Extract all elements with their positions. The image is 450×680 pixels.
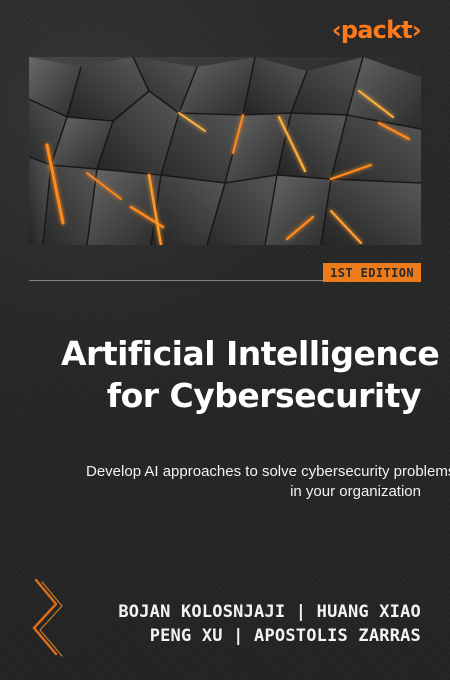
book-subtitle-line-1: Develop AI approaches to solve cybersecu…	[86, 463, 450, 480]
book-title-line-1: Artificial Intelligence	[61, 334, 440, 373]
book-subtitle-line-2: in your organization	[290, 483, 421, 500]
book-cover: ‹packt› 1ST EDITION Artificial Intellige…	[0, 0, 450, 680]
chevron-decor-icon	[28, 574, 80, 666]
edition-badge: 1ST EDITION	[323, 263, 421, 282]
author-line-2: PENG XU | APOSTOLIS ZARRAS	[149, 626, 421, 646]
author-line-1: BOJAN KOLOSNJAJI | HUANG XIAO	[118, 602, 421, 622]
cover-art	[29, 57, 421, 245]
publisher-logo: ‹packt›	[331, 16, 422, 44]
author-list: BOJAN KOLOSNJAJI | HUANG XIAO PENG XU | …	[111, 600, 421, 648]
book-title-line-2: for Cybersecurity	[106, 376, 422, 415]
book-title: Artificial Intelligence for Cybersecurit…	[61, 333, 440, 417]
book-subtitle: Develop AI approaches to solve cybersecu…	[86, 462, 450, 502]
